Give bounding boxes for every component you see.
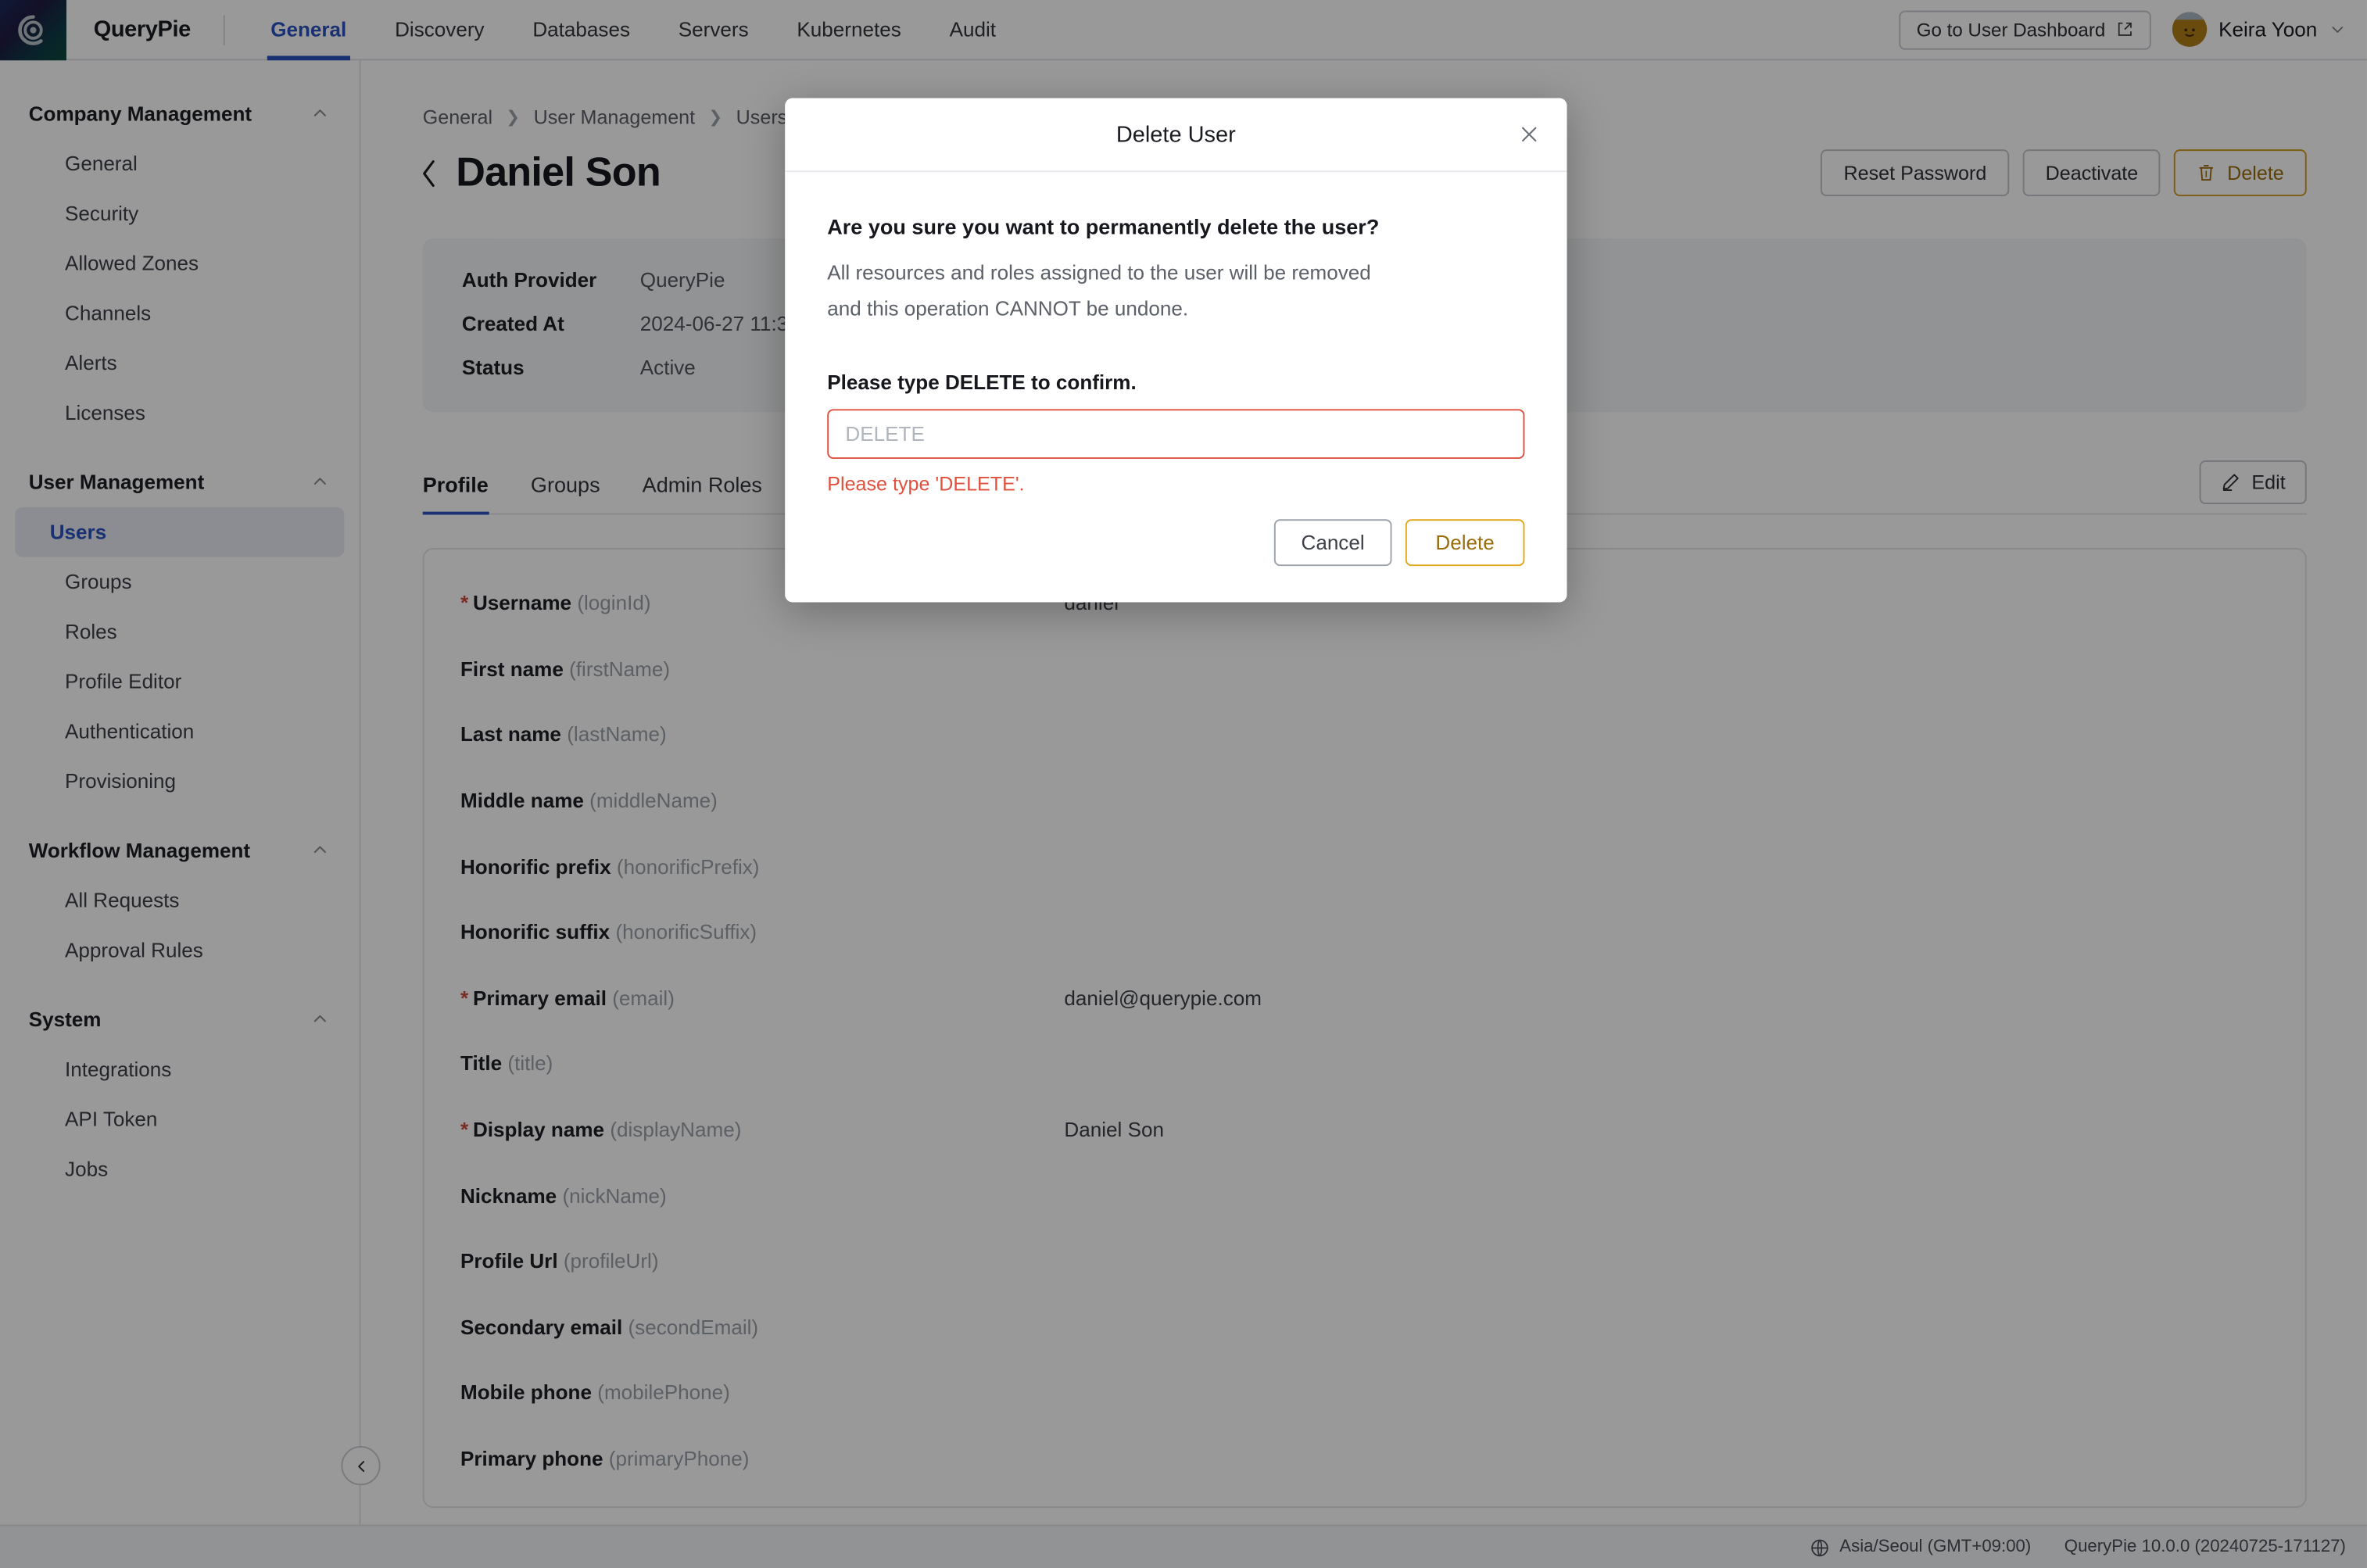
dialog-description-line-2: and this operation CANNOT be undone.	[827, 292, 1524, 328]
dialog-description-line-1: All resources and roles assigned to the …	[827, 255, 1524, 291]
delete-confirm-input[interactable]	[827, 409, 1524, 459]
delete-user-dialog: Delete User Are you sure you want to per…	[785, 98, 1567, 603]
close-button[interactable]	[1516, 120, 1543, 148]
dialog-actions: Cancel Delete	[785, 495, 1567, 602]
dialog-body: Are you sure you want to permanently del…	[785, 172, 1567, 495]
confirm-instruction: Please type DELETE to confirm.	[827, 371, 1524, 394]
dialog-header: Delete User	[785, 98, 1567, 173]
confirm-delete-button[interactable]: Delete	[1406, 519, 1525, 566]
dialog-question: Are you sure you want to permanently del…	[827, 214, 1524, 238]
cancel-button[interactable]: Cancel	[1274, 519, 1392, 566]
dialog-title: Delete User	[1116, 121, 1236, 147]
close-icon	[1519, 124, 1540, 145]
validation-error-message: Please type 'DELETE'.	[827, 472, 1524, 495]
